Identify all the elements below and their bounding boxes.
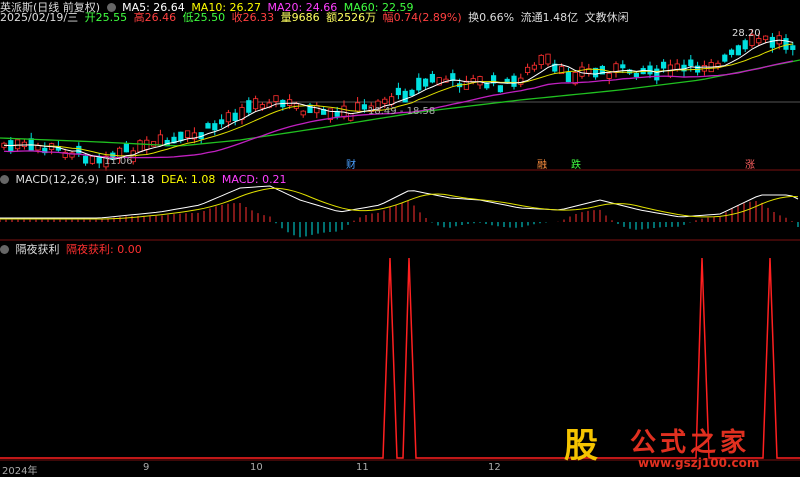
x-label-10: 10: [250, 462, 263, 473]
candle-body: [314, 105, 320, 114]
watermark-logo: 股 公式之家 www.gszj100.com: [552, 418, 800, 475]
candle-body: [83, 155, 89, 164]
candle-body: [212, 123, 218, 131]
indicator-title[interactable]: 隔夜获利: [16, 243, 60, 256]
candle-body: [286, 99, 293, 106]
candle-body: [722, 54, 728, 62]
x-label-9: 9: [143, 462, 150, 473]
x-label-11: 11: [356, 462, 369, 473]
event-marker-fall[interactable]: 跌: [571, 158, 581, 171]
event-marker-margin[interactable]: 融: [537, 159, 547, 171]
candle-body: [756, 38, 762, 44]
candle-body: [361, 104, 368, 110]
candle-body: [157, 134, 163, 146]
candle-body: [769, 36, 776, 48]
candle-body: [178, 131, 184, 142]
candle-body: [232, 112, 238, 121]
candle-body: [497, 85, 504, 93]
candle-body: [674, 63, 680, 70]
macd-header: MACD(12,26,9) DIF: 1.18 DEA: 1.08 MACD: …: [0, 172, 290, 187]
candle-body: [688, 59, 694, 67]
event-marker-rise[interactable]: 涨: [745, 159, 755, 171]
settings-icon[interactable]: [0, 175, 9, 184]
candle-body: [184, 130, 191, 138]
candle-body: [300, 110, 306, 116]
candle-body: [416, 77, 422, 91]
logo-url: www.gszj100.com: [638, 456, 760, 470]
candle-body: [742, 40, 748, 50]
candlestick-series: [1, 29, 796, 171]
candle-body: [395, 87, 402, 96]
candle-body: [565, 71, 572, 83]
dea-value: DEA: 1.08: [160, 173, 216, 186]
macd-value: MACD: 0.21: [221, 173, 287, 186]
candle-body: [409, 89, 415, 96]
indicator-header: 隔夜获利 隔夜获利: 0.00: [0, 242, 145, 257]
candle-body: [150, 141, 157, 147]
candle-body: [252, 98, 259, 110]
candle-body: [354, 102, 361, 112]
candle-body: [606, 72, 612, 79]
candle-body: [735, 45, 742, 56]
candle-body: [273, 95, 279, 102]
dif-value: DIF: 1.18: [105, 173, 155, 186]
candle-body: [388, 96, 395, 105]
candle-body: [123, 143, 129, 153]
event-marker-finance[interactable]: 财: [346, 158, 356, 171]
candle-body: [14, 139, 21, 150]
candle-body: [790, 45, 796, 50]
macd-histogram: [0, 200, 799, 238]
candle-body: [783, 38, 789, 50]
candle-body: [89, 155, 95, 164]
candle-body: [477, 76, 483, 86]
ma60-line: [0, 59, 800, 147]
range-label: 18.49 - 18.58: [368, 106, 435, 117]
settings-icon[interactable]: [0, 245, 9, 254]
logo-glyph: 股: [564, 426, 598, 466]
low-price-label: 11.06: [104, 156, 133, 167]
candle-body: [246, 100, 252, 113]
candle-body: [402, 90, 408, 103]
candle-body: [463, 80, 470, 90]
dea-line: [0, 187, 799, 220]
logo-brand: 公式之家: [630, 428, 751, 458]
candle-body: [21, 141, 28, 147]
ma5-line: [3, 39, 793, 160]
candle-body: [96, 157, 102, 164]
x-label-12: 12: [488, 462, 501, 473]
candle-body: [205, 123, 211, 129]
indicator-value: 隔夜获利: 0.00: [66, 243, 142, 256]
high-price-label: 28.20: [732, 28, 761, 39]
candle-body: [729, 49, 735, 55]
candle-body: [225, 112, 231, 123]
candle-body: [647, 65, 653, 75]
candle-body: [422, 78, 429, 87]
ma10-line: [3, 43, 793, 157]
chart-canvas[interactable]: 28.20 18.49 - 18.58 11.06 财 融 跌 涨: [0, 0, 800, 475]
candle-body: [137, 140, 143, 153]
candle-body: [579, 66, 585, 77]
candle-body: [382, 98, 388, 104]
candle-body: [450, 73, 456, 81]
candle-body: [620, 64, 626, 69]
candle-body: [633, 72, 640, 77]
candle-body: [763, 35, 769, 41]
candle-body: [538, 54, 544, 65]
candle-body: [654, 68, 660, 81]
candle-body: [348, 113, 354, 121]
candle-body: [545, 53, 551, 65]
candle-body: [531, 64, 538, 70]
candle-body: [239, 107, 245, 120]
dif-line: [0, 185, 799, 219]
candle-body: [259, 104, 266, 109]
candle-body: [429, 73, 436, 83]
candle-body: [525, 66, 531, 73]
candle-body: [661, 61, 667, 69]
candle-body: [511, 75, 517, 87]
candle-body: [218, 119, 225, 125]
macd-title[interactable]: MACD(12,26,9): [16, 173, 100, 186]
